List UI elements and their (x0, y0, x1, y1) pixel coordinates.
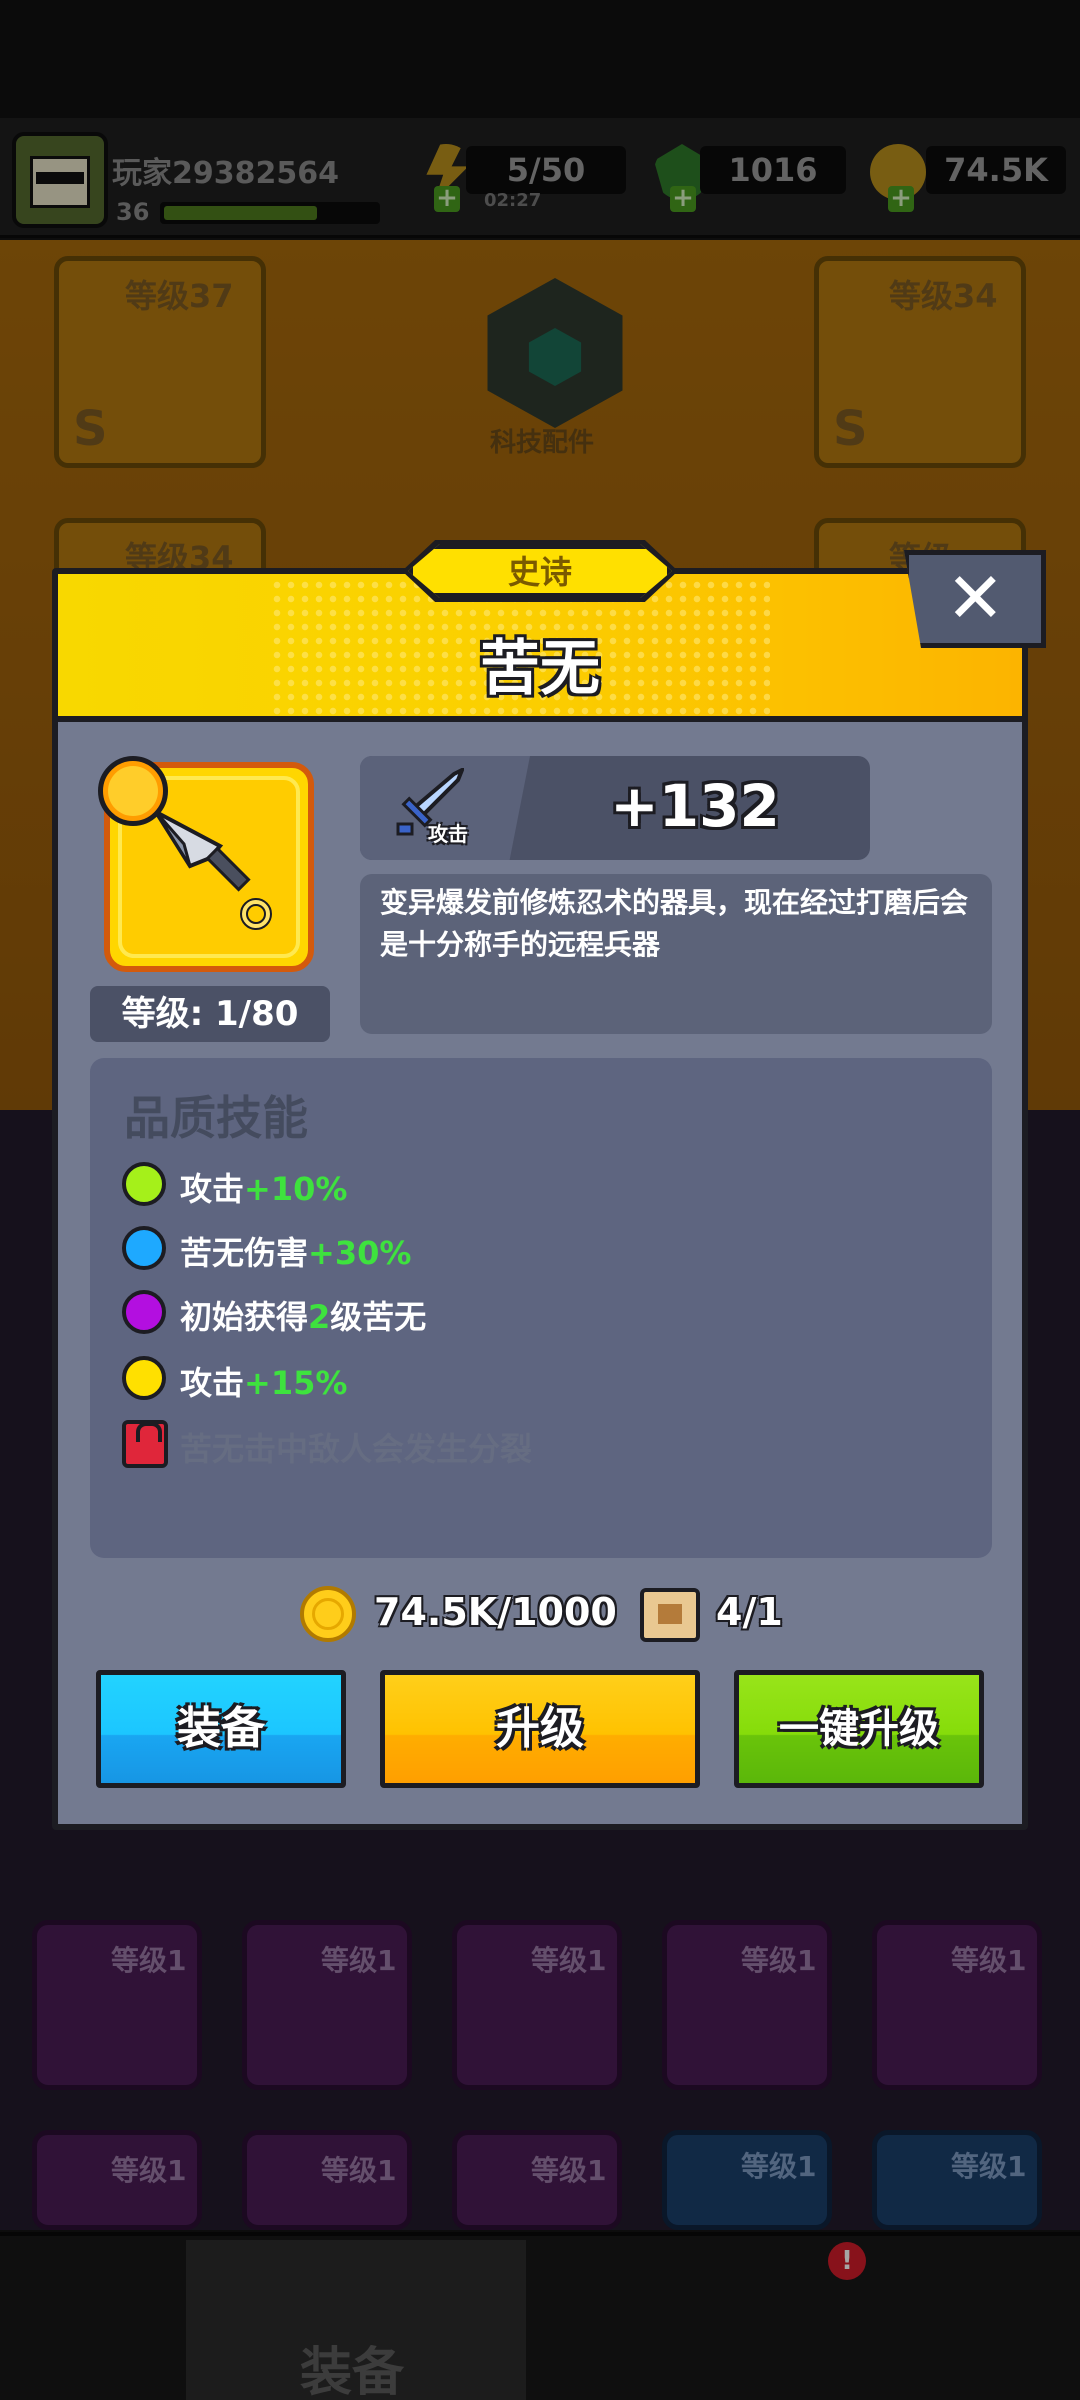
gold-cost: 74.5K/1000 (374, 1590, 617, 1634)
skill-blue-icon (122, 1226, 166, 1270)
item-description: 变异爆发前修炼忍术的器具，现在经过打磨后会是十分称手的远程兵器 (380, 886, 969, 961)
item-level: 等级: 1/80 (90, 986, 330, 1042)
skill-text: 攻击+10% (180, 1170, 348, 1208)
blueprint-scroll-icon (640, 1588, 700, 1642)
quality-skills-title: 品质技能 (124, 1091, 308, 1145)
skill-purple-icon (122, 1290, 166, 1334)
equip-button[interactable]: 装备 (96, 1670, 346, 1788)
skill-text: 攻击+15% (180, 1364, 348, 1402)
kunai-icon (150, 806, 272, 930)
skill-text: 初始获得2级苦无 (180, 1298, 427, 1336)
pistol-icon (108, 766, 158, 816)
item-title: 苦无 (480, 634, 600, 704)
skill-text: 苦无伤害+30% (180, 1234, 412, 1272)
lock-icon (122, 1420, 168, 1468)
skill-text-locked: 苦无击中敌人会发生分裂 (180, 1430, 533, 1468)
gold-coin-inner (312, 1598, 344, 1630)
close-icon[interactable]: ✕ (946, 558, 1005, 638)
stat-value: +132 (610, 772, 780, 840)
stat-label: 攻击 (428, 822, 468, 846)
upgrade-button[interactable]: 升级 (380, 1670, 700, 1788)
scroll-cost: 4/1 (716, 1590, 783, 1634)
skill-yellow-icon (122, 1356, 166, 1400)
one-click-upgrade-button[interactable]: 一键升级 (734, 1670, 984, 1788)
rarity-label: 史诗 (507, 553, 572, 591)
skill-green-icon (122, 1162, 166, 1206)
